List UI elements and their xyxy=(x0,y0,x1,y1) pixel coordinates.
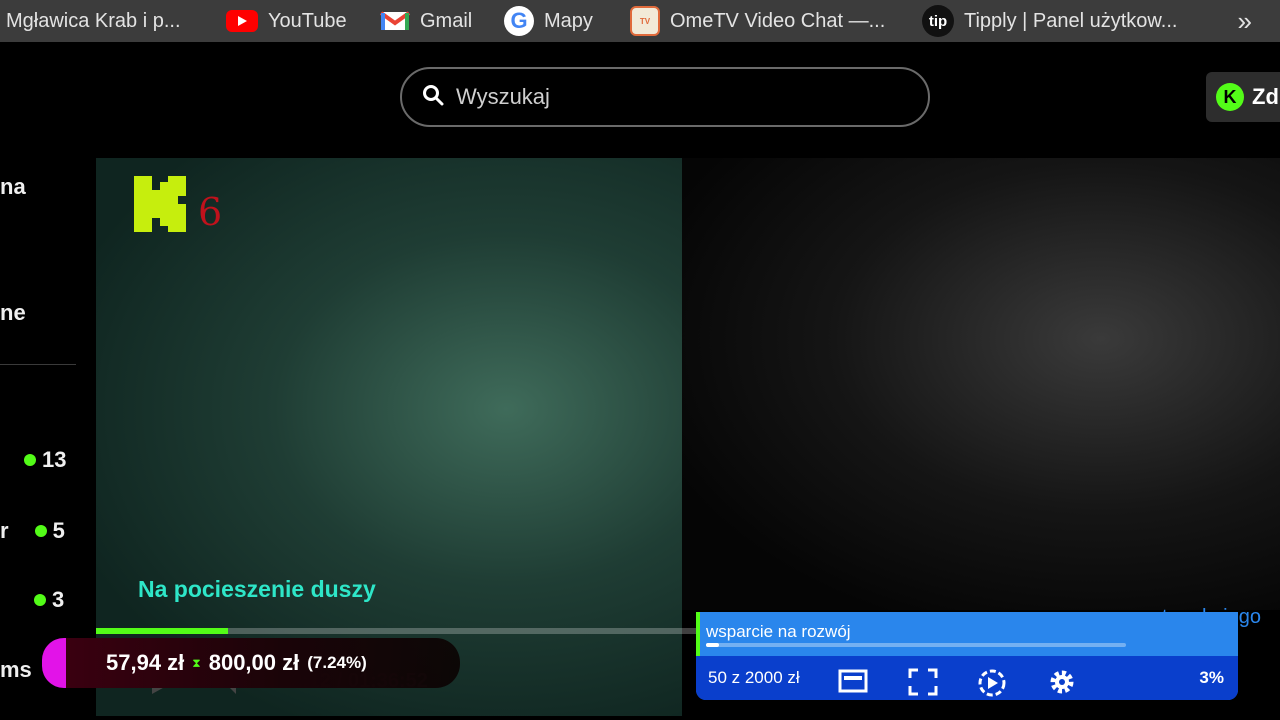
camera-feed xyxy=(682,158,1280,610)
bookmark-mapy[interactable]: G Mapy xyxy=(504,0,593,42)
sidebar-label-fragment[interactable]: ne xyxy=(0,300,26,326)
bookmark-label: OmeTV Video Chat —... xyxy=(670,9,886,32)
bookmark-tipply[interactable]: tip Tipply | Panel użytkow... xyxy=(922,0,1177,42)
sidebar-channel-row[interactable]: ms xyxy=(0,657,32,683)
bookmark-label: Mgławica Krab i p... xyxy=(6,9,181,32)
search-box[interactable] xyxy=(400,67,930,127)
sidebar-channel-row[interactable]: 13 xyxy=(24,447,66,473)
video-progress-fill xyxy=(96,628,228,634)
bookmark-label: Tipply | Panel użytkow... xyxy=(964,9,1178,32)
overlay-text: to od niego xyxy=(1162,606,1261,628)
viewer-count: 3 xyxy=(52,587,65,612)
bookmark-label: YouTube xyxy=(268,9,347,32)
live-dot-icon xyxy=(34,525,47,537)
bookmark-label: Mapy xyxy=(544,9,593,32)
viewer-count: 5 xyxy=(52,518,65,543)
bookmark-gmail[interactable]: Gmail xyxy=(380,0,472,42)
video-caption: Na pocieszenie duszy xyxy=(138,576,376,602)
search-icon xyxy=(422,84,444,111)
live-dot-icon xyxy=(24,454,36,466)
support-goal-percent: 3% xyxy=(1199,668,1224,687)
tipply-icon: tip xyxy=(922,5,954,37)
youtube-icon xyxy=(226,10,258,32)
bookmarks-bar: Mgławica Krab i p... YouTube Gmail G Map… xyxy=(0,0,1280,42)
gmail-icon xyxy=(380,10,410,32)
viewer-count: 13 xyxy=(42,447,67,472)
support-goal-widget: wsparcie na rozwój 50 z 2000 zł 3% xyxy=(696,612,1238,700)
channel-name-fragment: ms xyxy=(0,657,32,682)
donation-percent: (7.24%) xyxy=(307,653,367,672)
more-bookmarks-icon[interactable]: » xyxy=(1238,6,1252,37)
support-goal-accent xyxy=(696,612,700,656)
kick-logo-icon xyxy=(134,176,186,232)
settings-icon[interactable] xyxy=(1048,668,1076,701)
logo-number: 6 xyxy=(198,190,223,234)
live-dot-icon xyxy=(34,594,46,606)
playback-rate-icon[interactable] xyxy=(976,668,1008,703)
fullscreen-icon[interactable] xyxy=(908,668,938,701)
donation-target: 800,00 zł xyxy=(208,650,300,675)
support-goal-count: 50 z 2000 zł xyxy=(708,668,800,687)
bookmark-mglawica[interactable]: Mgławica Krab i p... xyxy=(6,0,181,42)
kick-action-label: Zd xyxy=(1252,84,1279,109)
sidebar-channel-row[interactable]: 3 xyxy=(34,587,64,613)
support-goal-fill xyxy=(706,643,719,647)
kick-icon: K xyxy=(1216,83,1244,111)
search-input[interactable] xyxy=(454,83,898,111)
donation-current: 57,94 zł xyxy=(106,650,185,675)
support-goal-label: wsparcie na rozwój xyxy=(706,622,851,641)
video-progress-bar[interactable] xyxy=(96,628,696,634)
google-icon: G xyxy=(504,6,534,36)
bookmark-ometv[interactable]: TV OmeTV Video Chat —... xyxy=(630,0,885,42)
bookmark-label: Gmail xyxy=(420,9,473,32)
sidebar-channel-row[interactable]: r 5 xyxy=(0,518,65,544)
hourglass-icon: ⧗ xyxy=(192,655,201,670)
kick-action-button[interactable]: K Zd xyxy=(1206,72,1280,122)
sidebar-label-fragment[interactable]: na xyxy=(0,174,26,200)
bookmark-youtube[interactable]: YouTube xyxy=(226,0,347,42)
support-goal-header: wsparcie na rozwój xyxy=(696,612,1238,656)
theater-mode-icon[interactable] xyxy=(838,668,868,699)
ometv-icon: TV xyxy=(630,6,660,36)
support-goal-track xyxy=(706,643,1126,647)
channel-name-fragment: r xyxy=(0,518,9,543)
sidebar-divider xyxy=(0,364,76,365)
donation-goal-widget: 57,94 zł ⧗ 800,00 zł (7.24%) xyxy=(66,638,460,688)
